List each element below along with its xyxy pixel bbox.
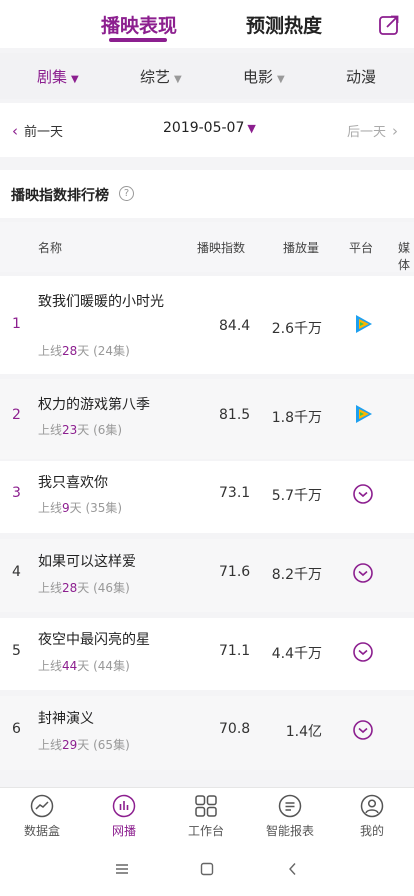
home-icon[interactable] (199, 861, 215, 877)
show-meta: 上线28天 (46集) (38, 581, 130, 595)
chevron-down-icon: ▼ (277, 74, 285, 85)
rank-number: 4 (12, 564, 21, 580)
show-title: 我只喜欢你 (38, 475, 108, 491)
show-meta: 上线23天 (6集) (38, 423, 123, 437)
show-title: 如果可以这样爱 (38, 554, 136, 570)
play-count: 2.6千万 (271, 321, 322, 337)
rank-number: 5 (12, 643, 21, 659)
category-drama[interactable]: 剧集 ▼ (37, 66, 79, 87)
nav-data-box[interactable]: 数据盒 (2, 788, 82, 848)
column-header-media: 媒体 (398, 241, 411, 272)
tencent-video-icon (356, 315, 372, 333)
play-index: 71.6 (219, 564, 251, 580)
show-title: 夜空中最闪亮的星 (38, 632, 150, 648)
chevron-down-icon: ▼ (71, 74, 79, 85)
active-tab-indicator (109, 38, 167, 42)
chevron-down-icon: ▼ (174, 74, 182, 85)
nav-web-broadcast[interactable]: 网播 (84, 788, 164, 848)
show-meta: 上线28天 (24集) (38, 344, 130, 358)
table-row[interactable]: 4 如果可以这样爱 上线28天 (46集) 71.6 8.2千万 (0, 539, 414, 612)
play-count: 1.4亿 (285, 724, 322, 740)
rank-number: 1 (12, 316, 21, 332)
show-title: 封神演义 (38, 711, 94, 727)
show-title: 致我们暖暖的小时光 (38, 294, 164, 310)
share-icon[interactable] (378, 14, 400, 36)
user-icon (360, 794, 384, 818)
youku-icon (353, 563, 373, 583)
category-variety[interactable]: 综艺 ▼ (140, 66, 182, 87)
table-row[interactable]: 6 封神演义 上线29天 (65集) 70.8 1.4亿 (0, 696, 414, 770)
youku-icon (353, 484, 373, 504)
date-picker[interactable]: 2019-05-07 ▼ (163, 120, 256, 136)
nav-smart-report[interactable]: 智能报表 (250, 788, 330, 848)
table-row[interactable]: 2 权力的游戏第八季 上线23天 (6集) 81.5 1.8千万 (0, 379, 414, 459)
ranking-section-header: 播映指数排行榜 ? (0, 170, 414, 218)
tab-playback-performance[interactable]: 播映表现 (101, 11, 177, 38)
column-header-score[interactable]: 播映指数 (197, 239, 245, 256)
play-count: 4.4千万 (271, 646, 322, 662)
rank-number: 6 (12, 721, 21, 737)
youku-icon (353, 720, 373, 740)
table-row[interactable]: 5 夜空中最闪亮的星 上线44天 (44集) 71.1 4.4千万 (0, 618, 414, 690)
help-icon[interactable]: ? (119, 186, 134, 201)
back-icon[interactable] (285, 861, 301, 877)
chevron-down-icon: ▼ (247, 122, 256, 135)
column-header-views[interactable]: 播放量 (283, 239, 319, 256)
category-anime[interactable]: 动漫 (346, 66, 376, 87)
play-index: 70.8 (219, 721, 251, 737)
next-day-button[interactable]: 后一天 › (347, 121, 398, 140)
date-bar: ‹ 前一天 2019-05-07 ▼ 后一天 › (0, 103, 414, 157)
show-meta: 上线44天 (44集) (38, 659, 130, 673)
show-meta: 上线9天 (35集) (38, 501, 123, 515)
column-header-name: 名称 (38, 241, 63, 255)
column-header-platform: 平台 (349, 241, 374, 255)
nav-mine[interactable]: 我的 (332, 788, 412, 848)
show-meta: 上线29天 (65集) (38, 738, 130, 752)
play-index: 73.1 (219, 485, 251, 501)
rank-number: 3 (12, 485, 21, 501)
play-count: 5.7千万 (271, 488, 322, 504)
menu-icon[interactable] (114, 861, 130, 877)
play-count: 8.2千万 (271, 567, 322, 583)
bar-chart-icon (112, 794, 136, 818)
table-row[interactable]: 1 致我们暖暖的小时光 上线28天 (24集) 84.4 2.6千万 (0, 276, 414, 374)
play-index: 84.4 (219, 318, 251, 334)
table-row[interactable]: 3 我只喜欢你 上线9天 (35集) 73.1 5.7千万 (0, 461, 414, 533)
trend-chart-icon (30, 794, 54, 818)
play-count: 1.8千万 (271, 410, 322, 426)
table-header: 名称 播映指数 播放量 平台 媒体 (0, 222, 414, 272)
chevron-left-icon: ‹ (12, 122, 18, 140)
play-index: 81.5 (219, 407, 251, 423)
category-movie[interactable]: 电影 ▼ (243, 66, 285, 87)
bottom-navigation: 数据盒 网播 工作台 智能报表 我的 (0, 787, 414, 847)
top-tabs: 播映表现 预测热度 (0, 0, 414, 48)
previous-day-button[interactable]: ‹ 前一天 (12, 121, 63, 140)
tencent-video-icon (356, 405, 372, 423)
category-bar: 剧集 ▼ 综艺 ▼ 电影 ▼ 动漫 (0, 53, 414, 99)
ranking-title: 播映指数排行榜 (11, 188, 109, 204)
play-index: 71.1 (219, 643, 251, 659)
tab-predicted-heat[interactable]: 预测热度 (246, 11, 322, 38)
rank-number: 2 (12, 407, 21, 423)
system-navigation-bar (0, 847, 414, 896)
grid-icon (195, 795, 217, 817)
show-title: 权力的游戏第八季 (38, 397, 150, 413)
nav-workbench[interactable]: 工作台 (166, 788, 246, 848)
chevron-right-icon: › (392, 122, 399, 140)
youku-icon (353, 642, 373, 662)
report-icon (278, 794, 302, 818)
